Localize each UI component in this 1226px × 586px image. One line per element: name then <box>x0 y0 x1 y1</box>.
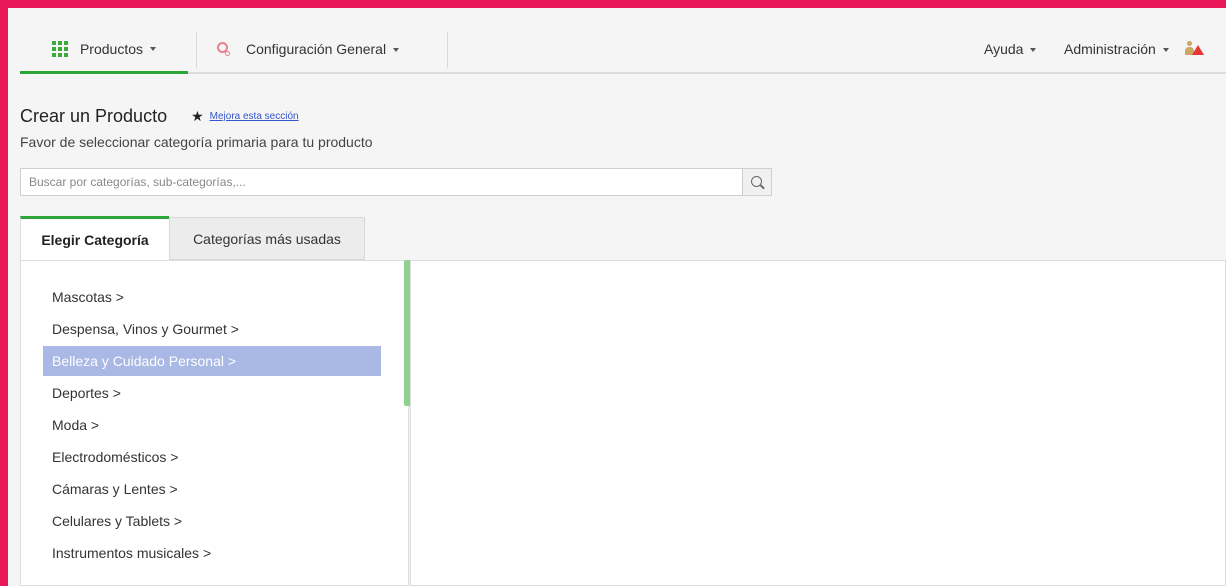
chevron-down-icon <box>1162 47 1169 52</box>
category-item-despensa[interactable]: Despensa, Vinos y Gourmet > <box>43 313 381 345</box>
category-item-deportes[interactable]: Deportes > <box>43 377 381 409</box>
category-item-celulares[interactable]: Celulares y Tablets > <box>43 505 381 537</box>
chevron-down-icon <box>1030 47 1037 52</box>
search-button[interactable] <box>742 168 772 196</box>
page-title: Crear un Producto <box>20 106 168 126</box>
user-alert-icon <box>1185 41 1204 57</box>
nav-config-menu[interactable]: Configuración General <box>216 26 400 72</box>
category-item-instrumentos[interactable]: Instrumentos musicales > <box>43 537 381 569</box>
nav-divider <box>447 32 448 68</box>
page-subtitle: Favor de seleccionar categoría primaria … <box>20 134 373 150</box>
category-list: Mascotas > Despensa, Vinos y Gourmet > B… <box>43 281 381 569</box>
improve-section-link[interactable]: Mejora esta sección <box>210 111 299 122</box>
category-search-input[interactable] <box>20 168 743 196</box>
tab-choose-category[interactable]: Elegir Categoría <box>20 216 169 260</box>
grid-icon <box>51 40 68 57</box>
nav-help-menu[interactable]: Ayuda <box>984 26 1037 72</box>
top-navigation: Productos Configuración General Ayuda Ad… <box>20 26 1226 74</box>
category-item-moda[interactable]: Moda > <box>43 409 381 441</box>
user-alert-button[interactable] <box>1185 26 1204 72</box>
app-frame: Productos Configuración General Ayuda Ad… <box>8 8 1226 586</box>
category-item-mascotas[interactable]: Mascotas > <box>43 281 381 313</box>
chevron-down-icon <box>393 47 400 52</box>
nav-products-label: Productos <box>79 40 144 57</box>
nav-divider <box>196 32 197 68</box>
title-row: Crear un Producto ★ Mejora esta sección <box>20 106 299 127</box>
star-icon: ★ <box>191 108 204 124</box>
nav-admin-label: Administración <box>1064 41 1156 57</box>
category-item-camaras[interactable]: Cámaras y Lentes > <box>43 473 381 505</box>
gear-icon <box>216 42 230 56</box>
chevron-down-icon <box>150 47 157 51</box>
nav-help-label: Ayuda <box>984 41 1024 57</box>
category-item-electrodomesticos[interactable]: Electrodomésticos > <box>43 441 381 473</box>
category-list-panel: Mascotas > Despensa, Vinos y Gourmet > B… <box>20 260 409 586</box>
nav-admin-menu[interactable]: Administración <box>1064 26 1169 72</box>
subcategory-panel <box>410 260 1226 586</box>
search-icon <box>750 175 762 187</box>
nav-config-label: Configuración General <box>246 41 387 57</box>
category-item-belleza[interactable]: Belleza y Cuidado Personal > <box>43 346 381 376</box>
nav-products-menu[interactable]: Productos <box>20 26 188 74</box>
tab-most-used-categories[interactable]: Categorías más usadas <box>169 217 365 260</box>
